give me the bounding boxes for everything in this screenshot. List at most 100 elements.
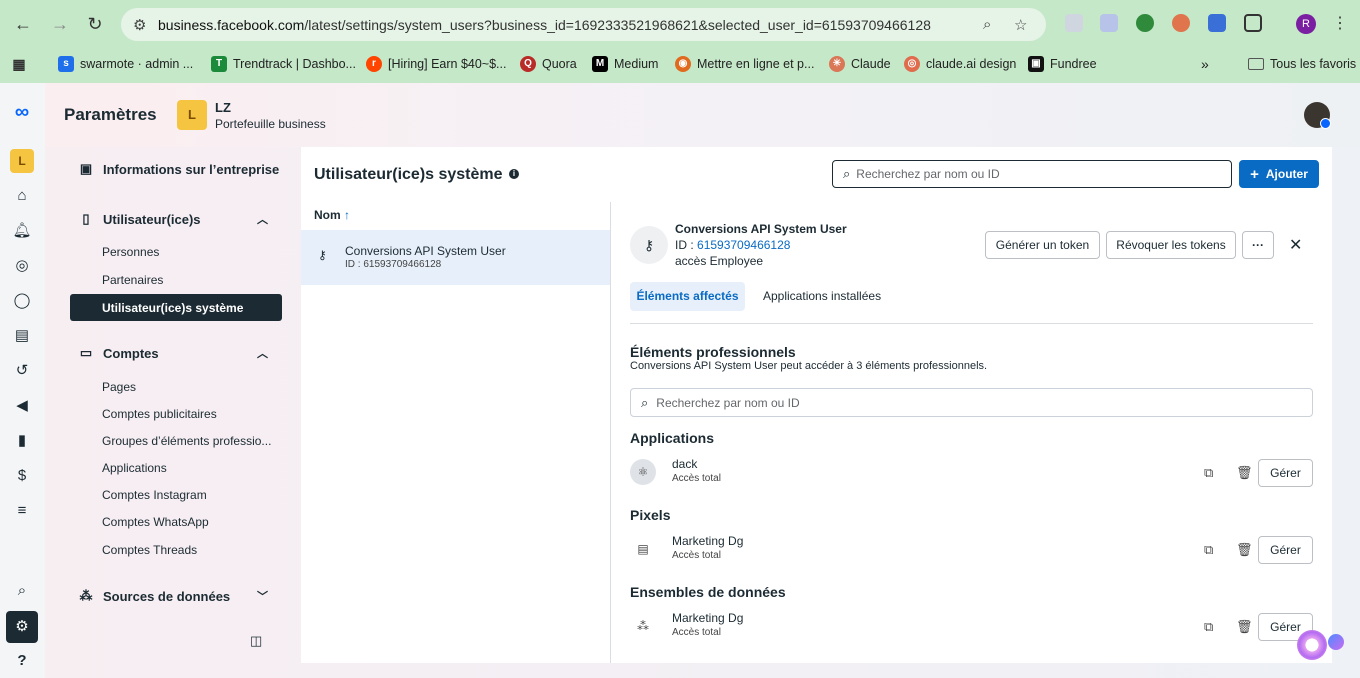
home-icon[interactable]: ⌂ [10,184,34,208]
info-icon[interactable]: i [509,169,519,179]
open-external-icon[interactable]: ⧉ [1204,619,1213,635]
chevron-up-icon: ︿ [257,348,268,360]
bookmark-2[interactable]: r [Hiring] Earn $40~$... [366,54,506,74]
trash-icon[interactable]: 🗑︎ [1236,465,1253,481]
list-item-name: Conversions API System User [345,244,506,258]
extension-icon[interactable] [1100,14,1118,32]
list-item[interactable]: ⚷ Conversions API System User ID : 61593… [301,230,610,285]
asset-search-input[interactable]: ⌕ Recherchez par nom ou ID [630,388,1313,417]
bookmark-6[interactable]: ✳ Claude [829,54,891,74]
insights-icon[interactable]: ▮ [10,429,34,453]
zoom-icon[interactable]: ⌕ [983,16,991,33]
trash-icon[interactable]: 🗑︎ [1236,542,1253,558]
system-users-panel: Utilisateur(ice)s système i ⌕ Recherchez… [301,147,1332,663]
apps-icon[interactable]: ▦ [11,54,27,74]
bookmark-1[interactable]: T Trendtrack | Dashbo... [211,54,356,74]
meta-logo-icon[interactable]: ∞ [7,100,37,124]
manage-button[interactable]: Gérer [1258,536,1313,564]
asset-name: dack [672,457,698,471]
chevron-down-icon: ﹀ [257,591,268,603]
business-avatar[interactable]: L [10,149,34,173]
tab-assigned[interactable]: Éléments affectés [630,282,745,311]
sidebar-item-pages[interactable]: Pages [70,373,282,401]
section-title: Éléments professionnels [630,344,796,360]
sidebar-item-apps[interactable]: Applications [70,454,282,482]
open-external-icon[interactable]: ⧉ [1204,465,1213,481]
sidebar-item-whatsapp[interactable]: Comptes WhatsApp [70,508,282,536]
asset-name: Marketing Dg [672,534,744,548]
profile-avatar[interactable]: R [1296,14,1316,34]
extension-icon-2[interactable] [1136,14,1154,32]
forward-icon[interactable]: → [48,12,72,36]
sidebar-group-users[interactable]: ▯ Utilisateur(ice)s ︿ [70,205,282,233]
collapse-sidebar-icon[interactable]: ◫ [250,633,262,649]
detail-name: Conversions API System User [675,222,847,236]
revoke-tokens-button[interactable]: Révoquer les tokens [1106,231,1236,259]
monetization-icon[interactable]: $ [10,464,34,488]
trash-icon[interactable]: 🗑︎ [1236,619,1253,635]
ai-extension-icon[interactable] [1328,634,1344,650]
pixels-heading: Pixels [630,507,671,523]
chevron-up-icon: ︿ [257,214,268,226]
tab-installed-apps[interactable]: Applications installées [763,289,881,303]
section-description: Conversions API System User peut accéder… [630,360,988,372]
sidebar-item-system-users[interactable]: Utilisateur(ice)s système [70,294,282,321]
sidebar-item-info[interactable]: ▣ Informations sur l’entreprise [70,155,282,183]
notifications-icon[interactable]: 🔔︎ [10,219,34,243]
bookmark-4[interactable]: M Medium [592,54,658,74]
sidebar-item-instagram[interactable]: Comptes Instagram [70,481,282,509]
close-icon[interactable]: ✕ [1289,235,1302,255]
all-bookmarks[interactable]: Tous les favoris [1248,54,1356,74]
column-name-header[interactable]: Nom ↑ [314,208,350,222]
generate-token-button[interactable]: Générer un token [985,231,1100,259]
sidebar-item-groups[interactable]: Groupes d’éléments professio... [70,427,282,455]
planner-icon[interactable]: ↺ [10,359,34,383]
tabs-divider [630,323,1313,324]
briefcase-icon: ▣ [79,161,93,176]
sidebar-item-threads[interactable]: Comptes Threads [70,536,282,564]
extension-icon-3[interactable] [1208,14,1226,32]
assistant-bubble-icon[interactable] [1297,630,1327,660]
business-type: Portefeuille business [215,117,326,131]
asset-access: Accès total [672,627,721,638]
help-icon[interactable]: ? [10,649,34,673]
bookmark-0[interactable]: s swarmote · admin ... [58,54,193,74]
more-options-button[interactable]: ··· [1242,231,1274,259]
search-icon[interactable]: ⌕ [10,579,34,603]
detail-id-link[interactable]: 61593709466128 [697,238,790,252]
ads-icon[interactable]: ◀ [10,394,34,418]
compass-icon[interactable]: ◎ [10,254,34,278]
sidebar-group-data-sources[interactable]: ⁂ Sources de données ﹀ [70,582,282,610]
bookmark-8[interactable]: ▣ Fundree [1028,54,1097,74]
back-icon[interactable]: ← [11,12,35,36]
manage-button[interactable]: Gérer [1258,459,1313,487]
menu-icon[interactable]: ⋮ [1328,12,1352,36]
bookmark-7[interactable]: ◎ claude.ai design [904,54,1016,74]
address-bar[interactable]: ⚙ business.facebook.com/latest/settings/… [121,8,1046,41]
bookmark-5[interactable]: ◉ Mettre en ligne et p... [675,54,814,74]
content-icon[interactable]: ▤ [10,324,34,348]
more-bookmarks-icon[interactable]: » [1201,54,1209,74]
site-info-icon[interactable]: ⚙ [133,16,146,34]
sidebar-item-ad-accounts[interactable]: Comptes publicitaires [70,400,282,428]
bookmark-star-icon[interactable]: ☆ [1014,16,1027,34]
open-external-icon[interactable]: ⧉ [1204,542,1213,558]
menu-lines-icon[interactable]: ≡ [10,499,34,523]
sidebar-group-accounts[interactable]: ▭ Comptes ︿ [70,339,282,367]
reload-icon[interactable]: ↻ [83,12,107,36]
search-icon: ⌕ [641,394,649,410]
business-logo[interactable]: L [177,100,207,130]
settings-gear-icon[interactable]: ⚙ [6,611,38,643]
sidebar-item-partners[interactable]: Partenaires [70,266,282,294]
claude-extension-icon[interactable] [1172,14,1190,32]
left-rail: ∞ L ⌂ 🔔︎ ◎ ◯ ▤ ↺ ◀ ▮ $ ≡ ⌕ ⚙ ? [0,83,45,678]
pixel-icon: ▤ [630,536,656,562]
sidebar-item-people[interactable]: Personnes [70,238,282,266]
user-search-input[interactable]: ⌕ Recherchez par nom ou ID [832,160,1232,188]
bookmark-3[interactable]: Q Quora [520,54,577,74]
add-button[interactable]: + Ajouter [1239,160,1319,188]
messages-icon[interactable]: ◯ [10,289,34,313]
settings-header: Paramètres L LZ Portefeuille business [45,83,1360,147]
puzzle-icon[interactable] [1244,14,1262,32]
shield-extension-icon[interactable] [1065,14,1083,32]
